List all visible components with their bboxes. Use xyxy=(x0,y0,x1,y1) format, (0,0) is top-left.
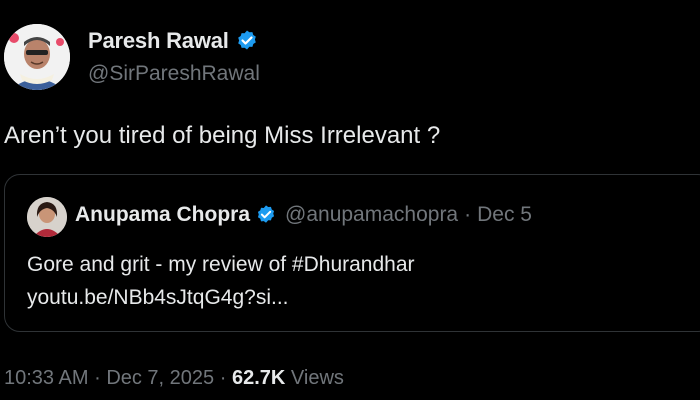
quoted-author-handle[interactable]: @anupamachopra xyxy=(285,203,458,227)
verified-badge-icon xyxy=(235,29,259,53)
quoted-text: Gore and grit - my review of #Dhurandhar xyxy=(27,253,415,276)
views-label: Views xyxy=(290,367,344,389)
meta-separator: · xyxy=(94,367,101,389)
quoted-separator: · xyxy=(464,203,472,226)
verified-badge-icon xyxy=(255,204,277,226)
quoted-date[interactable]: Dec 5 xyxy=(477,203,532,227)
views-count: 62.7K xyxy=(231,367,286,389)
author-handle[interactable]: @SirPareshRawal xyxy=(88,62,260,86)
author-name[interactable]: Paresh Rawal xyxy=(88,28,229,54)
quoted-link[interactable]: youtu.be/NBb4sJtqG4g?si... xyxy=(27,286,289,310)
quoted-author-avatar[interactable] xyxy=(27,197,67,237)
tweet-date[interactable]: Dec 7, 2025 xyxy=(106,367,214,389)
author-avatar[interactable] xyxy=(4,24,70,90)
quoted-tweet-card[interactable]: Anupama Chopra @anupamachopra · Dec 5 Go… xyxy=(4,174,700,332)
author-name-row[interactable]: Paresh Rawal xyxy=(88,28,259,54)
quoted-author-name[interactable]: Anupama Chopra xyxy=(75,203,250,227)
tweet-meta: 10:33 AM · Dec 7, 2025 · 62.7K Views xyxy=(4,367,344,390)
meta-separator: · xyxy=(219,367,227,389)
tweet-text: Aren’t you tired of being Miss Irrelevan… xyxy=(4,122,441,149)
quoted-header: Anupama Chopra @anupamachopra · Dec 5 xyxy=(75,203,532,227)
tweet-time[interactable]: 10:33 AM xyxy=(4,367,89,389)
